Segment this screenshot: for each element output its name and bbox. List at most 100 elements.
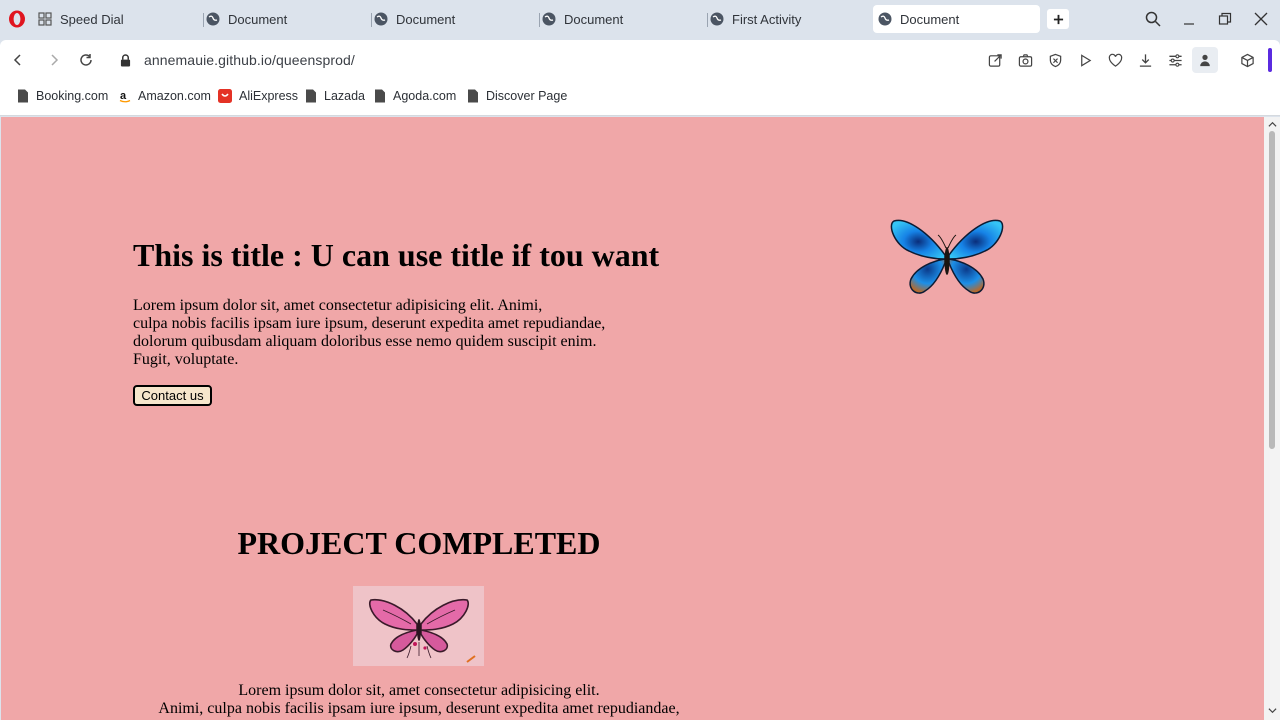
scrollbar-thumb[interactable] [1269,131,1275,449]
bookmark-booking[interactable]: Booking.com [17,89,108,103]
paragraph-line: dolorum quibusdam aliquam doloribus esse… [133,333,597,350]
forward-button[interactable] [44,50,64,70]
tab-separator [539,13,540,27]
globe-icon [206,12,220,26]
play-icon [1080,53,1091,67]
pink-butterfly-icon [369,599,476,663]
page-icon [17,89,30,103]
paragraph-line: Lorem ipsum dolor sit, amet consectetur … [133,297,543,314]
search-tabs-button[interactable] [1143,9,1163,29]
svg-text:a: a [120,90,127,102]
extensions-button[interactable] [1237,50,1257,70]
paragraph-line: Fugit, voluptate. [133,351,239,368]
vertical-scrollbar[interactable] [1264,117,1280,720]
tab-first-activity[interactable]: First Activity [707,5,870,33]
bookmark-aliexpress[interactable]: AliExpress [218,89,298,103]
page-icon [305,89,318,103]
address-bar: annemauie.github.io/queensprod/ [0,40,1280,80]
back-button[interactable] [8,50,28,70]
globe-icon [374,12,388,26]
tab-document-active[interactable]: Document [873,5,1040,33]
cube-icon [1240,53,1254,67]
shield-icon [1049,53,1061,67]
paragraph-line: Animi, culpa nobis facilis ipsam iure ip… [158,700,680,717]
bookmark-label: AliExpress [239,89,299,103]
plus-icon [1053,14,1063,24]
contact-us-button[interactable]: Contact us [133,385,212,406]
tab-separator [371,13,372,27]
tab-bar: Speed Dial Document Document Document Fi… [0,0,1280,38]
easy-setup-button[interactable] [1165,50,1185,70]
tab-label: Document [228,11,288,27]
arrow-left-icon [13,54,21,66]
settings-sliders-icon [1168,53,1182,67]
lock-icon [120,53,130,66]
download-icon [1139,53,1151,67]
hero-paragraph: Lorem ipsum dolor sit, amet consectetur … [133,297,613,369]
page-icon [467,89,480,103]
bookmark-label: Lazada [324,89,366,103]
bookmark-label: Agoda.com [393,89,457,103]
tab-document-2[interactable]: Document [371,5,534,33]
minimize-icon [1184,23,1194,25]
restore-button[interactable] [1215,9,1235,29]
tab-label: Document [396,11,456,27]
share-icon [988,53,1002,67]
close-window-button[interactable] [1251,9,1271,29]
browser-window: Speed Dial Document Document Document Fi… [0,0,1280,720]
tab-separator [707,13,708,27]
bookmark-label: Discover Page [486,89,568,103]
send-to-button[interactable] [985,50,1005,70]
bookmark-label: Booking.com [36,89,109,103]
heart-icon [1108,53,1122,67]
tab-label: First Activity [732,11,802,27]
bookmark-discover[interactable]: Discover Page [467,89,567,103]
tab-document-3[interactable]: Document [539,5,702,33]
hero-title: This is title : U can use title if tou w… [133,237,660,273]
close-icon [1254,12,1268,26]
amazon-icon: a [119,89,132,103]
new-tab-button[interactable] [1047,9,1069,29]
bookmark-label: Amazon.com [138,89,211,103]
tab-separator [203,13,204,27]
scroll-down-icon[interactable] [1267,705,1277,715]
tab-speed-dial[interactable]: Speed Dial [38,5,198,33]
adblock-button[interactable] [1045,50,1065,70]
section-title: PROJECT COMPLETED [237,525,601,561]
page-viewport: This is title : U can use title if tou w… [1,117,1264,720]
tab-label: Document [564,11,624,27]
profile-button[interactable] [1192,47,1218,73]
tab-document-1[interactable]: Document [203,5,366,33]
player-button[interactable] [1075,50,1095,70]
restore-icon [1218,12,1232,25]
site-info-button[interactable] [115,50,135,70]
user-icon [1200,54,1210,67]
page-icon [374,89,387,103]
bookmarks-bar: Booking.com a Amazon.com AliExpress Laza… [0,80,1280,116]
tab-label: Document [900,11,960,27]
bookmark-agoda[interactable]: Agoda.com [374,89,456,103]
blue-butterfly-image [890,219,1004,294]
paragraph-line: Lorem ipsum dolor sit, amet consectetur … [238,682,600,699]
downloads-button[interactable] [1135,50,1155,70]
bookmark-lazada[interactable]: Lazada [305,89,365,103]
pink-butterfly-image [353,586,484,666]
paragraph-line: culpa nobis facilis ipsam iure ipsum, de… [133,315,606,332]
snapshot-button[interactable] [1015,50,1035,70]
arrow-right-icon [51,54,59,66]
reload-icon [80,54,92,66]
reload-button[interactable] [76,50,96,70]
bookmark-button[interactable] [1105,50,1125,70]
scroll-up-icon[interactable] [1267,119,1277,129]
globe-icon [878,12,892,26]
minimize-button[interactable] [1179,9,1199,29]
sidebar-accent-bar [1268,48,1272,72]
section-paragraph: Lorem ipsum dolor sit, amet consectetur … [1,682,837,718]
globe-icon [542,12,556,26]
opera-logo-icon[interactable] [8,10,26,28]
bookmark-amazon[interactable]: a Amazon.com [119,89,211,103]
speed-dial-icon [38,12,52,26]
url-field[interactable]: annemauie.github.io/queensprod/ [144,52,355,68]
camera-icon [1018,53,1032,67]
aliexpress-icon [218,89,233,103]
